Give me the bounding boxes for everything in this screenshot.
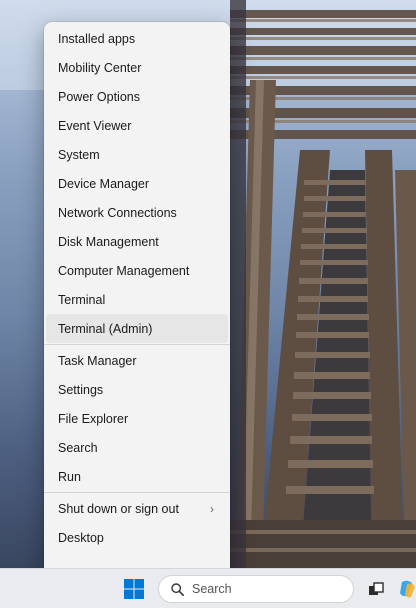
menu-item-label: Desktop [58, 530, 104, 545]
menu-separator [44, 344, 230, 345]
menu-item-shut-down-or-sign-out[interactable]: Shut down or sign out › [46, 494, 228, 523]
menu-item-file-explorer[interactable]: File Explorer [46, 404, 228, 433]
menu-item-label: Computer Management [58, 263, 190, 278]
menu-item-label: Search [58, 440, 98, 455]
menu-item-settings[interactable]: Settings [46, 375, 228, 404]
menu-item-disk-management[interactable]: Disk Management [46, 227, 228, 256]
menu-item-event-viewer[interactable]: Event Viewer [46, 111, 228, 140]
menu-item-label: File Explorer [58, 411, 129, 426]
menu-item-terminal-admin[interactable]: Terminal (Admin) [46, 314, 228, 343]
menu-item-power-options[interactable]: Power Options [46, 82, 228, 111]
context-menu: Installed apps Mobility Center Power Opt… [44, 22, 230, 582]
search-icon [171, 582, 184, 596]
menu-item-mobility-center[interactable]: Mobility Center [46, 53, 228, 82]
menu-item-system[interactable]: System [46, 140, 228, 169]
menu-item-label: Terminal (Admin) [58, 321, 153, 336]
menu-item-label: Task Manager [58, 353, 137, 368]
menu-item-label: Installed apps [58, 31, 136, 46]
copilot-icon[interactable] [398, 579, 416, 599]
taskbar-search-box[interactable]: Search [158, 575, 354, 603]
menu-item-label: Settings [58, 382, 104, 397]
menu-item-label: Mobility Center [58, 60, 142, 75]
menu-separator [44, 492, 230, 493]
menu-item-desktop[interactable]: Desktop [46, 523, 228, 552]
chevron-right-icon: › [210, 501, 214, 516]
menu-item-installed-apps[interactable]: Installed apps [46, 24, 228, 53]
menu-item-label: Power Options [58, 89, 140, 104]
menu-item-run[interactable]: Run [46, 462, 228, 491]
menu-item-label: Disk Management [58, 234, 159, 249]
start-button[interactable] [124, 579, 144, 599]
taskbar: Search [0, 568, 416, 608]
menu-item-label: Network Connections [58, 205, 177, 220]
windows-logo-icon [124, 579, 144, 599]
menu-item-label: Event Viewer [58, 118, 132, 133]
menu-item-label: Shut down or sign out [58, 501, 179, 516]
menu-item-label: Terminal [58, 292, 106, 307]
task-view-icon[interactable] [368, 581, 384, 597]
menu-item-label: Device Manager [58, 176, 150, 191]
menu-item-terminal[interactable]: Terminal [46, 285, 228, 314]
menu-item-device-manager[interactable]: Device Manager [46, 169, 228, 198]
menu-item-network-connections[interactable]: Network Connections [46, 198, 228, 227]
menu-item-computer-management[interactable]: Computer Management [46, 256, 228, 285]
menu-item-task-manager[interactable]: Task Manager [46, 346, 228, 375]
search-placeholder: Search [192, 582, 232, 596]
menu-item-search[interactable]: Search [46, 433, 228, 462]
menu-item-label: Run [58, 469, 81, 484]
menu-item-label: System [58, 147, 100, 162]
